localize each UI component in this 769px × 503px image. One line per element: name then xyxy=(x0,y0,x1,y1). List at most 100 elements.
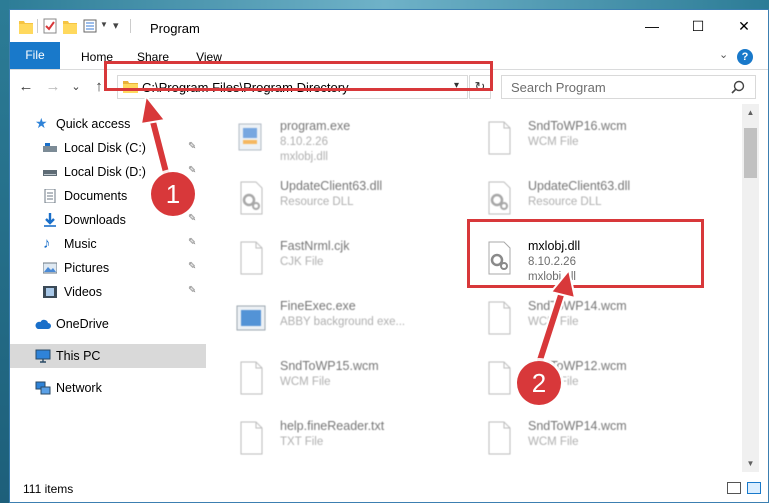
close-button[interactable]: ✕ xyxy=(721,10,767,42)
sidebar-item-label: OneDrive xyxy=(56,317,109,331)
file-detail: Resource DLL xyxy=(528,196,602,208)
pin-icon[interactable]: ✎ xyxy=(188,165,196,176)
document-icon xyxy=(488,301,511,335)
details-view-icon[interactable] xyxy=(727,482,741,494)
address-bar-highlight xyxy=(104,61,493,91)
pin-icon[interactable]: ✎ xyxy=(188,141,196,152)
sidebar-item-videos[interactable]: Videos ✎ xyxy=(10,280,206,304)
music-icon: ♪ xyxy=(43,235,51,252)
qa-dropdown-icon[interactable]: ▼ xyxy=(100,20,108,36)
file-name: SndToWP16.wcm xyxy=(528,119,627,133)
file-list: program.exe 8.10.2.26 mxlobj.dll SndToWP… xyxy=(206,104,742,472)
pin-icon[interactable]: ✎ xyxy=(188,261,196,272)
sidebar-item-label: Network xyxy=(56,381,102,395)
file-item[interactable]: FineExec.exe ABBY background exe... xyxy=(206,292,446,344)
window-title: Program xyxy=(150,21,200,36)
file-detail: ABBY background exe... xyxy=(280,316,406,328)
help-icon[interactable]: ? xyxy=(737,49,753,65)
maximize-button[interactable]: ☐ xyxy=(675,10,721,42)
sidebar-item-quick-access[interactable]: ★ Quick access xyxy=(10,112,206,136)
sidebar-item-local-disk-c[interactable]: Local Disk (C:) ✎ xyxy=(10,136,206,160)
sidebar-item-network[interactable]: Network xyxy=(10,376,206,400)
tab-file[interactable]: File xyxy=(10,42,60,69)
file-detail: mxlobj.dll xyxy=(280,151,328,163)
title-bar: ▼ ▾ Program — ☐ ✕ xyxy=(10,10,768,42)
document-icon xyxy=(240,361,263,395)
file-item[interactable]: FastNrml.cjk CJK File xyxy=(206,232,446,284)
file-detail: TXT File xyxy=(280,436,324,448)
folder-icon xyxy=(19,21,33,34)
file-item[interactable]: SndToWP12.wcm WCM File xyxy=(454,352,694,404)
pictures-icon xyxy=(43,262,57,274)
drive-icon xyxy=(43,170,57,176)
forward-button[interactable]: → xyxy=(43,76,63,98)
computer-icon xyxy=(35,349,51,363)
file-item[interactable]: SndToWP15.wcm WCM File xyxy=(206,352,446,404)
sidebar-item-label: Quick access xyxy=(56,117,131,131)
separator xyxy=(130,19,131,33)
new-folder-icon[interactable] xyxy=(63,18,77,34)
search-placeholder: Search Program xyxy=(511,80,606,95)
pin-icon[interactable]: ✎ xyxy=(188,285,196,296)
sidebar-item-pictures[interactable]: Pictures ✎ xyxy=(10,256,206,280)
vertical-scrollbar[interactable]: ▲ ▼ xyxy=(742,104,759,472)
documents-icon xyxy=(44,189,56,203)
sidebar-item-music[interactable]: ♪ Music ✎ xyxy=(10,232,206,256)
document-icon xyxy=(488,121,511,155)
back-button[interactable]: ← xyxy=(16,76,36,98)
sidebar-item-label: Downloads xyxy=(64,213,126,227)
sidebar-item-label: Documents xyxy=(64,189,128,203)
properties-icon[interactable] xyxy=(43,18,57,34)
scroll-up-arrow[interactable]: ▲ xyxy=(742,104,759,121)
file-item[interactable]: SndToWP16.wcm WCM File xyxy=(454,112,694,164)
scrollbar-thumb[interactable] xyxy=(744,128,757,178)
file-name: FineExec.exe xyxy=(280,299,356,313)
document-icon xyxy=(488,421,511,455)
file-name: SndToWP15.wcm xyxy=(280,359,379,373)
desktop-background-left xyxy=(0,0,9,503)
chevron-down-icon[interactable]: ⌄ xyxy=(719,48,728,61)
pin-icon[interactable]: ✎ xyxy=(188,237,196,248)
sidebar-item-this-pc[interactable]: This PC xyxy=(10,344,206,368)
document-icon xyxy=(240,241,263,275)
star-icon: ★ xyxy=(35,115,48,131)
file-name: help.fineReader.txt xyxy=(280,419,385,433)
file-name: SndToWP14.wcm xyxy=(528,299,627,313)
recent-locations-button[interactable]: ⌄ xyxy=(66,76,86,98)
file-detail: WCM File xyxy=(528,136,579,148)
file-item[interactable]: UpdateClient63.dll Resource DLL xyxy=(454,172,694,224)
sidebar-item-label: Videos xyxy=(64,285,102,299)
minimize-button[interactable]: — xyxy=(629,10,675,42)
downloads-icon xyxy=(44,213,56,227)
drive-icon xyxy=(43,143,57,152)
file-item[interactable]: SndToWP14.wcm WCM File xyxy=(454,412,694,464)
file-name: FastNrml.cjk xyxy=(280,239,350,253)
file-item[interactable]: help.fineReader.txt TXT File xyxy=(206,412,446,464)
customize-toolbar-icon[interactable]: ▾ xyxy=(113,19,119,35)
large-icons-view-icon[interactable] xyxy=(747,482,761,494)
sidebar-item-label: Music xyxy=(64,237,97,251)
document-icon xyxy=(488,361,511,395)
search-input[interactable]: Search Program xyxy=(501,75,756,99)
document-icon xyxy=(240,421,263,455)
network-icon xyxy=(35,381,51,395)
app-icon xyxy=(236,305,266,331)
scroll-down-arrow[interactable]: ▼ xyxy=(742,455,759,472)
file-detail: Resource DLL xyxy=(280,196,354,208)
file-detail: 8.10.2.26 xyxy=(280,136,328,148)
file-item[interactable]: UpdateClient63.dll Resource DLL xyxy=(206,172,446,224)
step-1-marker: 1 xyxy=(151,172,195,216)
navigation-pane: ★ Quick access Local Disk (C:) ✎ Local D… xyxy=(10,110,206,470)
separator xyxy=(37,19,38,33)
file-item[interactable]: SndToWP14.wcm WCM File xyxy=(454,292,694,344)
sidebar-item-onedrive[interactable]: OneDrive xyxy=(10,312,206,336)
file-detail: WCM File xyxy=(528,316,579,328)
status-bar: 111 items xyxy=(10,472,768,502)
file-item[interactable]: program.exe 8.10.2.26 mxlobj.dll xyxy=(206,112,446,164)
view-options-icon[interactable] xyxy=(83,18,97,34)
pin-icon[interactable]: ✎ xyxy=(188,213,196,224)
videos-icon xyxy=(43,286,57,298)
file-detail: WCM File xyxy=(280,376,331,388)
exe-icon xyxy=(238,123,262,151)
sidebar-item-label: Local Disk (C:) xyxy=(64,141,146,155)
